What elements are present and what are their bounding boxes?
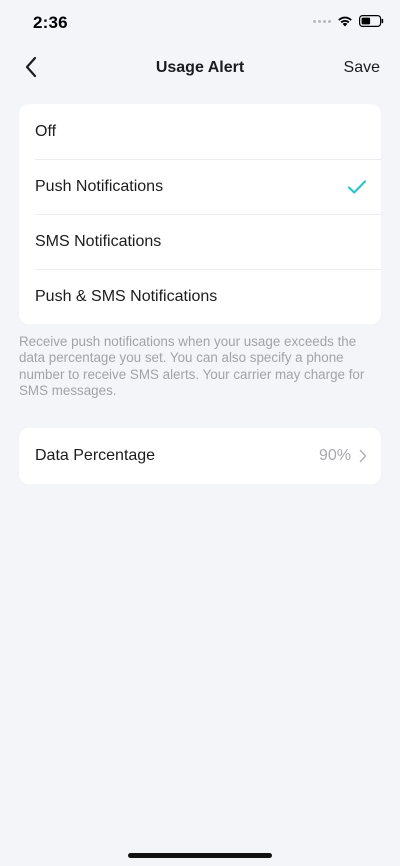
chevron-right-icon: [357, 449, 369, 463]
nav-bar: Usage Alert Save: [0, 46, 400, 90]
data-percentage-label: Data Percentage: [35, 447, 156, 464]
option-label: Off: [35, 122, 57, 140]
option-label: SMS Notifications: [35, 232, 162, 250]
alert-options-list: Off Push Notifications SMS Notifications…: [19, 104, 381, 324]
battery-icon: [359, 15, 384, 27]
status-time: 2:36: [33, 13, 68, 32]
option-push-notifications[interactable]: Push Notifications: [19, 159, 381, 214]
wifi-icon: [337, 15, 353, 27]
status-bar: 2:36: [0, 0, 400, 46]
option-off[interactable]: Off: [19, 104, 381, 159]
option-push-and-sms-notifications[interactable]: Push & SMS Notifications: [19, 269, 381, 324]
data-percentage-card: Data Percentage 90%: [19, 428, 381, 484]
save-button[interactable]: Save: [344, 59, 380, 77]
page-title: Usage Alert: [155, 59, 245, 76]
usage-alert-screen: 2:36 Usage Alert Save Off Push Notificat…: [0, 0, 400, 866]
check-icon: [347, 179, 367, 195]
option-label: Push Notifications: [35, 177, 164, 195]
options-description: Receive push notifications when your usa…: [19, 334, 365, 399]
data-percentage-row[interactable]: Data Percentage 90%: [19, 428, 381, 484]
option-sms-notifications[interactable]: SMS Notifications: [19, 214, 381, 269]
signal-icon: [313, 19, 331, 23]
option-label: Push & SMS Notifications: [35, 287, 218, 305]
home-indicator[interactable]: [128, 853, 272, 858]
data-percentage-value: 90%: [318, 447, 351, 464]
status-icons: [313, 15, 384, 27]
